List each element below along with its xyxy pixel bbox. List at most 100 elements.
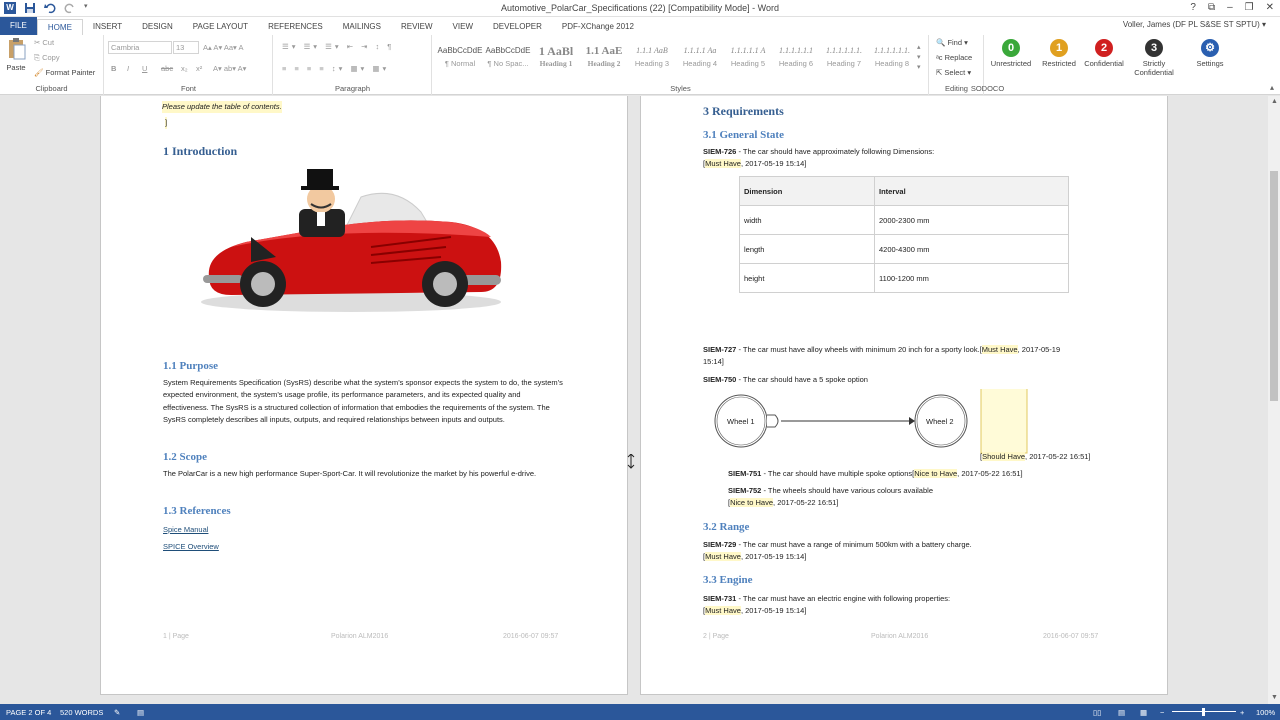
page-count[interactable]: PAGE 2 OF 4 [6, 708, 51, 717]
style-item[interactable]: 1.1.1.1.1.1. Heading 8 [869, 43, 915, 75]
req-727-tag: Must Have [981, 345, 1018, 354]
scroll-down-icon[interactable]: ▼ [1271, 694, 1278, 701]
select-button[interactable]: ⇱ Select ▾ [936, 68, 971, 77]
req-752-tag: Nice to Have [730, 498, 774, 507]
bold-button[interactable]: B [111, 64, 116, 73]
wheel-1-node[interactable]: Wheel 1 [727, 417, 755, 426]
alignment-buttons[interactable]: ≡ ≡ ≡ ≡ ↕▾ ▦▾ ▦▾ [282, 64, 389, 73]
find-button[interactable]: 🔍 Find ▾ [936, 38, 968, 47]
scrollbar-thumb[interactable] [1270, 171, 1278, 401]
tab-references[interactable]: REFERENCES [258, 19, 333, 35]
superscript-button[interactable]: x² [196, 64, 202, 73]
zoom-out-icon[interactable]: − [1160, 708, 1164, 717]
paste-button[interactable]: Paste [4, 37, 28, 72]
style-item[interactable]: 1.1.1.1.1.1 Heading 6 [773, 43, 819, 75]
table-header-cell: Dimension [739, 176, 875, 206]
styles-scroll-button[interactable]: ▴ ▾ ▾ [917, 43, 921, 73]
page2-footer-right: 2016-06-07 09:57 [1043, 633, 1099, 640]
style-item[interactable]: 1.1.1 AaB Heading 3 [629, 43, 675, 75]
document-area: Please update the table of contents. ] 1… [0, 96, 1268, 704]
tab-page-layout[interactable]: PAGE LAYOUT [183, 19, 258, 35]
paragraph-group-label: Paragraph [334, 84, 371, 93]
restore-icon[interactable]: ❐ [1245, 2, 1254, 13]
zoom-in-icon[interactable]: + [1240, 708, 1244, 717]
table-row: width 2000-2300 mm [739, 205, 1069, 235]
req-siem-726: SIEM-726 - The car should have approxima… [703, 146, 934, 158]
table-cell: width [739, 205, 875, 235]
web-layout-icon[interactable]: ▦ [1140, 708, 1147, 717]
copy-button[interactable]: ⎘ Copy [34, 53, 60, 63]
req-752-tag-line: [Nice to Have, 2017-05-22 16:51] [728, 497, 839, 509]
tab-review[interactable]: REVIEW [391, 19, 443, 35]
style-item[interactable]: 1.1.1.1 Aa Heading 4 [677, 43, 723, 75]
req-750-id: SIEM-750 [703, 375, 737, 384]
wheel-2-node[interactable]: Wheel 2 [926, 417, 954, 426]
style-item[interactable]: 1.1 AaE Heading 2 [581, 43, 627, 75]
help-icon[interactable]: ? [1190, 2, 1196, 13]
font-size-select[interactable]: 13 [173, 41, 199, 54]
underline-button[interactable]: U [142, 64, 147, 73]
text-effects-button[interactable]: A▾ ab▾ A▾ [213, 64, 246, 73]
grow-font-button[interactable]: A▴ A▾ Aa▾ A [203, 43, 244, 52]
italic-button[interactable]: I [127, 64, 129, 73]
tab-design[interactable]: DESIGN [132, 19, 183, 35]
user-account[interactable]: Voller, James (DF PL S&SE ST SPTU) ▾ [1123, 20, 1266, 29]
tab-view[interactable]: VIEW [443, 19, 483, 35]
table-cell: 1100-1200 mm [874, 263, 1069, 293]
settings-button[interactable]: ⚙ Settings [1184, 39, 1236, 68]
macro-record-icon[interactable]: ▤ [137, 708, 144, 717]
tab-pdf-xchange[interactable]: PDF-XChange 2012 [552, 19, 644, 35]
cut-button[interactable]: ✂ Cut [34, 38, 54, 47]
link-spice-overview[interactable]: SPICE Overview [163, 542, 219, 551]
unrestricted-button[interactable]: 0 Unrestricted [985, 39, 1037, 68]
style-sample: 1.1 AaE [585, 45, 623, 57]
tab-home[interactable]: HOME [36, 19, 83, 35]
confidential-button[interactable]: 2 Confidential [1078, 39, 1130, 68]
ribbon-display-icon[interactable]: ⧉ [1208, 2, 1215, 13]
req-750-text: - The car should have a 5 spoke option [736, 375, 868, 384]
polar-car-image[interactable] [191, 167, 511, 327]
list-buttons[interactable]: ☰▾ ☰▾ ☰▾ ⇤ ⇥ ↕ ¶ [282, 42, 394, 51]
page-2[interactable]: 3 Requirements 3.1 General State SIEM-72… [640, 96, 1168, 695]
proofing-icon[interactable]: ✎ [114, 708, 120, 717]
title-bar: W ▾ Automotive_PolarCar_Specifications (… [0, 0, 1280, 17]
print-layout-icon[interactable]: ▤ [1118, 708, 1125, 717]
page-1[interactable]: Please update the table of contents. ] 1… [100, 96, 628, 695]
subscript-button[interactable]: x₂ [181, 64, 188, 73]
replace-button[interactable]: ᵃc Replace [936, 53, 972, 62]
heading-requirements: 3 Requirements [703, 104, 784, 118]
style-item[interactable]: 1.1.1.1.1 A Heading 5 [725, 43, 771, 75]
zoom-slider-thumb[interactable] [1202, 708, 1205, 716]
replace-label: Replace [944, 53, 973, 62]
tab-file[interactable]: FILE [0, 17, 37, 35]
heading-introduction: 1 Introduction [163, 144, 238, 158]
style-item[interactable]: AaBbCcDdE ¶ No Spac... [485, 43, 531, 75]
close-icon[interactable]: ✕ [1266, 2, 1274, 13]
tab-developer[interactable]: DEVELOPER [483, 19, 552, 35]
req-siem-731: SIEM-731 - The car must have an electric… [703, 593, 950, 605]
req-729-tag: Must Have [705, 552, 741, 561]
style-name: ¶ Normal [444, 59, 476, 68]
word-count[interactable]: 520 WORDS [60, 708, 103, 717]
zoom-level[interactable]: 100% [1256, 708, 1275, 717]
tab-insert[interactable]: INSERT [83, 19, 132, 35]
select-icon: ⇱ [936, 68, 943, 77]
style-item[interactable]: 1.1.1.1.1.1. Heading 7 [821, 43, 867, 75]
collapse-ribbon-icon[interactable]: ▴ [1270, 83, 1274, 92]
style-name: Heading 6 [778, 59, 814, 68]
minimize-icon[interactable]: – [1227, 2, 1233, 13]
read-mode-icon[interactable]: ▯▯ [1093, 708, 1101, 717]
scroll-up-icon[interactable]: ▲ [1271, 98, 1278, 105]
vertical-scrollbar[interactable]: ▲ ▼ [1268, 96, 1280, 704]
link-spice-manual[interactable]: Spice Manual [163, 525, 208, 534]
font-name-select[interactable]: Cambria [108, 41, 172, 54]
style-item[interactable]: 1 AaBl Heading 1 [533, 43, 579, 75]
style-sample: AaBbCcDdE [437, 46, 483, 55]
strictly-confidential-button[interactable]: 3 Strictly Confidential [1128, 39, 1180, 77]
req-731-tag: Must Have [705, 606, 741, 615]
format-painter-button[interactable]: 🖌 Format Painter [34, 68, 95, 77]
tab-mailings[interactable]: MAILINGS [333, 19, 391, 35]
style-item[interactable]: AaBbCcDdE ¶ Normal [437, 43, 483, 75]
strikethrough-button[interactable]: abc [161, 64, 173, 73]
style-name: Heading 5 [730, 59, 766, 68]
